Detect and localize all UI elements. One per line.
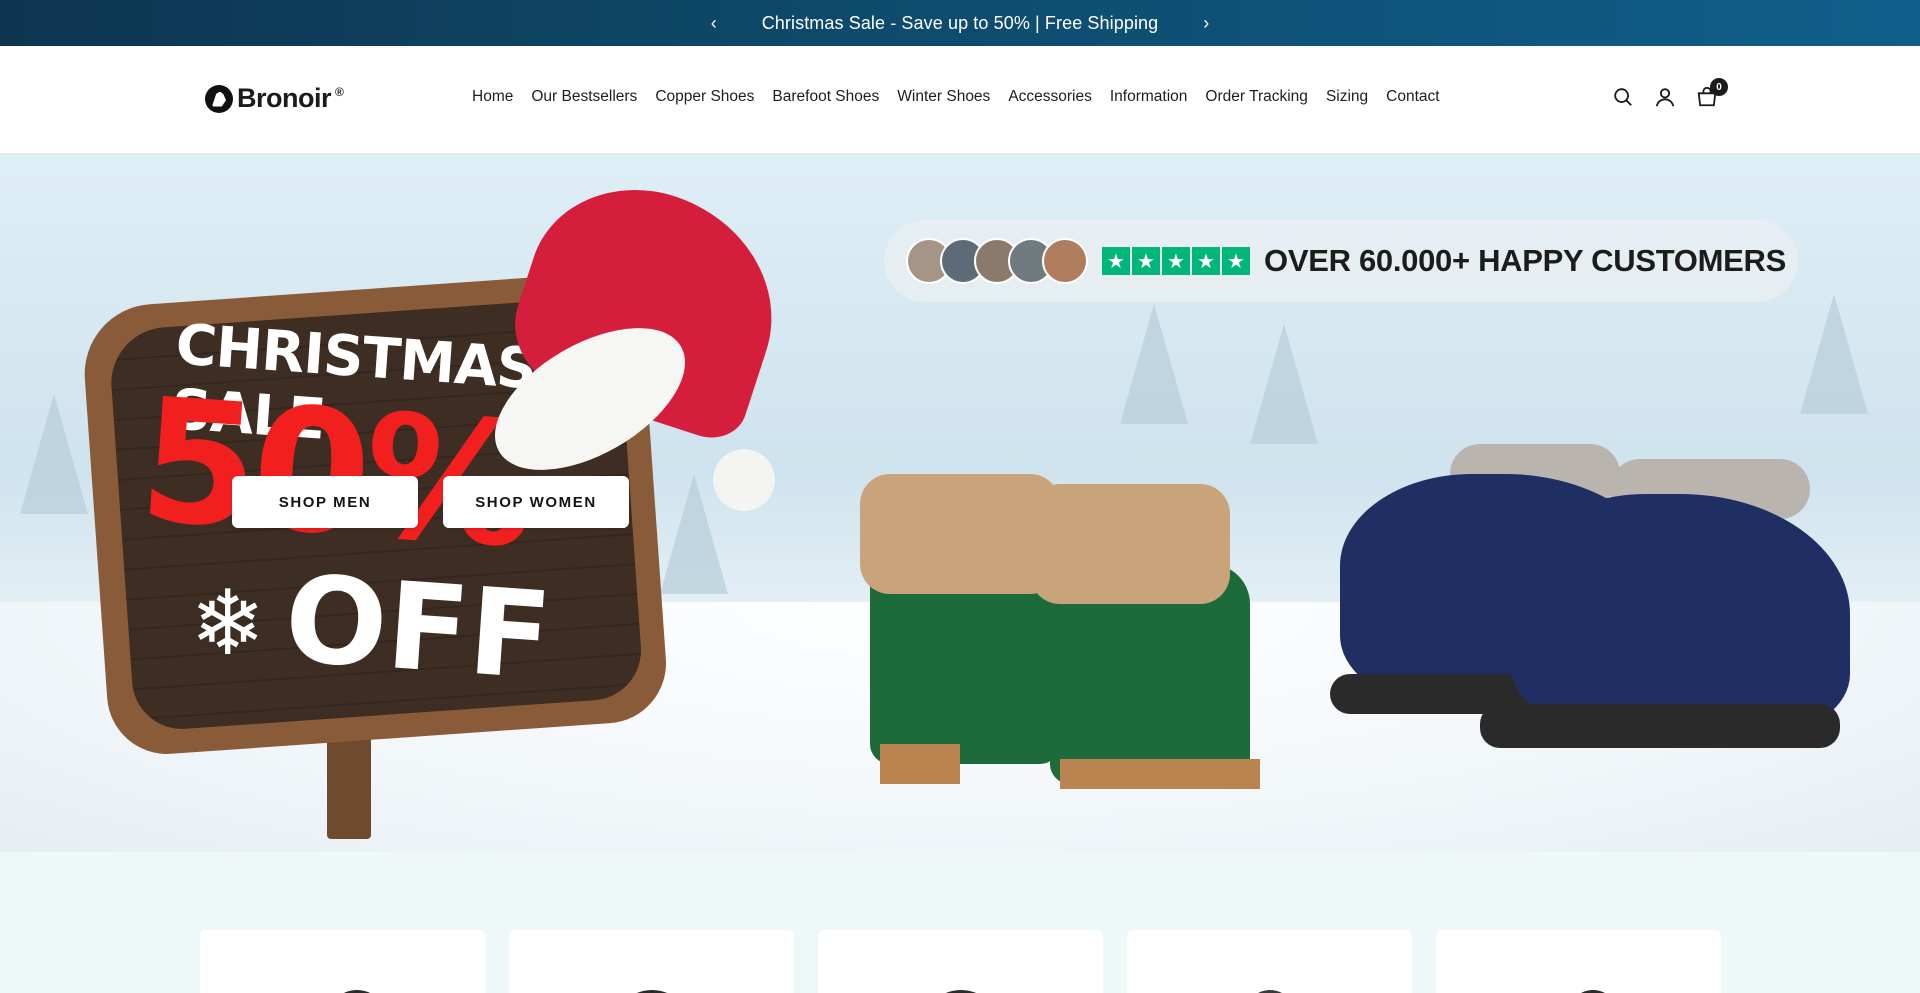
- nav-item-barefoot-shoes[interactable]: Barefoot Shoes: [772, 88, 879, 106]
- star-icon: ★: [1132, 247, 1160, 275]
- nav-item-home[interactable]: Home: [472, 88, 513, 106]
- star-icon: ★: [1222, 247, 1250, 275]
- review-text: OVER 60.000+ HAPPY CUSTOMERS: [1264, 243, 1786, 278]
- product-card[interactable]: [818, 930, 1103, 993]
- boot-sole: [1480, 704, 1840, 748]
- nav-item-winter-shoes[interactable]: Winter Shoes: [897, 88, 990, 106]
- shop-men-button[interactable]: SHOP MEN: [232, 476, 418, 528]
- tree-illustration: [1800, 294, 1868, 414]
- tree-illustration: [1120, 304, 1188, 424]
- product-card[interactable]: [1436, 930, 1721, 993]
- boot-body: [1510, 494, 1850, 734]
- blue-boots-image: [1320, 434, 1860, 774]
- star-icon: ★: [1192, 247, 1220, 275]
- sign-percent: 50%: [133, 361, 536, 587]
- nav-item-copper-shoes[interactable]: Copper Shoes: [655, 88, 754, 106]
- nav-item-contact[interactable]: Contact: [1386, 88, 1439, 106]
- product-cards-row: [200, 930, 1721, 993]
- logo[interactable]: Bronoir ®: [205, 83, 344, 114]
- nav-item-our-bestsellers[interactable]: Our Bestsellers: [531, 88, 637, 106]
- cart-icon[interactable]: 0: [1696, 78, 1728, 108]
- nav-item-information[interactable]: Information: [1110, 88, 1188, 106]
- cart-count-badge: 0: [1710, 78, 1728, 96]
- hero-banner[interactable]: CHRISTMAS SALE 50% ❄ OFF ★ ★ ★ ★ ★ OVER …: [0, 154, 1920, 852]
- previous-announcement-arrow[interactable]: ‹: [702, 13, 726, 34]
- boot-cuff: [1030, 484, 1230, 604]
- logo-mark-icon: [205, 84, 233, 113]
- boot-sole: [1060, 759, 1260, 789]
- account-icon[interactable]: [1654, 86, 1676, 108]
- hat-pompom: [713, 449, 775, 511]
- main-nav: Home Our Bestsellers Copper Shoes Barefo…: [472, 88, 1440, 106]
- santa-hat-illustration: [471, 160, 805, 511]
- logo-registered-mark: ®: [335, 85, 344, 99]
- sign-off: OFF: [280, 549, 556, 708]
- next-announcement-arrow[interactable]: ›: [1194, 13, 1218, 34]
- search-icon[interactable]: [1612, 86, 1634, 108]
- logo-text: Bronoir: [237, 83, 332, 113]
- customer-reviews-pill: ★ ★ ★ ★ ★ OVER 60.000+ HAPPY CUSTOMERS: [884, 220, 1798, 302]
- tree-illustration: [20, 394, 88, 514]
- customer-avatars: [906, 238, 1088, 284]
- product-card[interactable]: [1127, 930, 1412, 993]
- rating-stars: ★ ★ ★ ★ ★: [1102, 247, 1250, 275]
- avatar: [1042, 238, 1088, 284]
- star-icon: ★: [1162, 247, 1190, 275]
- site-header: Bronoir ® Home Our Bestsellers Copper Sh…: [0, 46, 1920, 154]
- product-card[interactable]: [200, 930, 485, 993]
- announcement-message: Christmas Sale - Save up to 50% | Free S…: [761, 12, 1159, 33]
- boot-heel: [880, 744, 960, 784]
- nav-item-sizing[interactable]: Sizing: [1326, 88, 1368, 106]
- nav-item-accessories[interactable]: Accessories: [1008, 88, 1092, 106]
- nav-item-order-tracking[interactable]: Order Tracking: [1205, 88, 1308, 106]
- announcement-bar: ‹ Christmas Sale - Save up to 50% | Free…: [0, 0, 1920, 46]
- shop-women-button[interactable]: SHOP WOMEN: [443, 476, 629, 528]
- star-icon: ★: [1102, 247, 1130, 275]
- snowflake-icon: ❄: [190, 574, 266, 674]
- header-actions: 0: [1612, 78, 1728, 108]
- green-boots-image: [860, 414, 1300, 794]
- product-card[interactable]: [509, 930, 794, 993]
